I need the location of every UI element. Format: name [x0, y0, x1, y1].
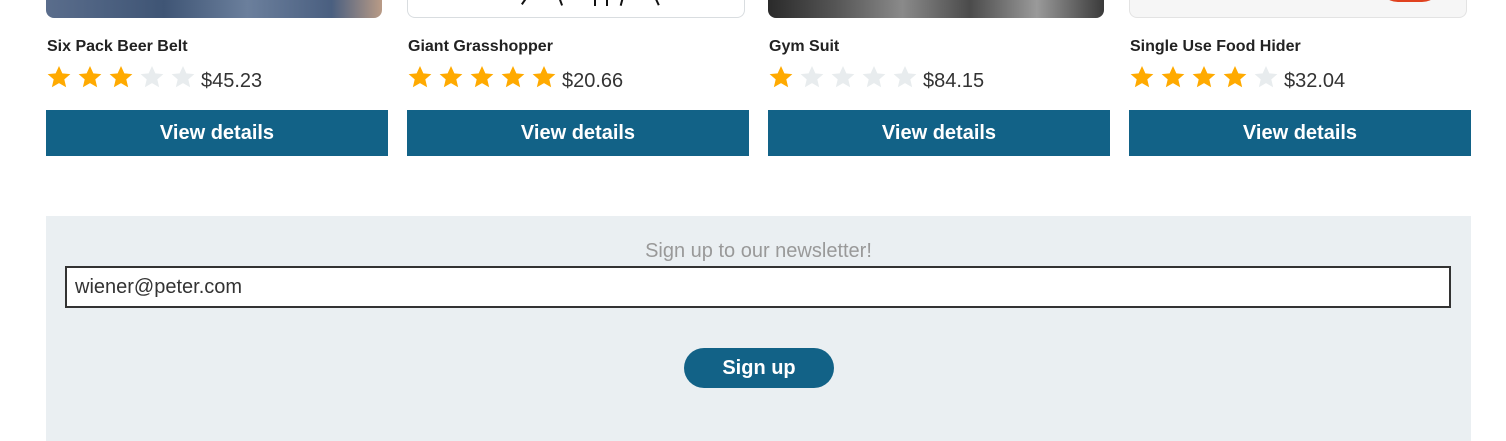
star-icon	[501, 65, 525, 88]
star-icon	[140, 65, 164, 88]
star-icon	[862, 65, 886, 88]
product-rating: $45.23	[46, 62, 262, 92]
star-icon	[831, 65, 855, 88]
product-image[interactable]	[1129, 0, 1467, 18]
product-price: $20.66	[562, 69, 624, 92]
product-title: Giant Grasshopper	[408, 38, 553, 55]
view-details-button[interactable]: View details	[768, 110, 1110, 156]
product-price: $45.23	[201, 69, 263, 92]
star-icon	[47, 65, 71, 88]
newsletter-heading: Sign up to our newsletter!	[645, 240, 872, 262]
star-icon	[1192, 65, 1216, 88]
product-title: Six Pack Beer Belt	[47, 38, 188, 55]
view-details-button[interactable]: View details	[407, 110, 749, 156]
page: Six Pack Beer Belt $45.23 View details G…	[0, 0, 1506, 441]
star-icon	[800, 65, 824, 88]
product-rating: $84.15	[768, 62, 984, 92]
email-input[interactable]	[65, 266, 1451, 308]
star-icon	[1161, 65, 1185, 88]
star-icon	[408, 65, 432, 88]
product-rating: $20.66	[407, 62, 623, 92]
product-grid: Six Pack Beer Belt $45.23 View details G…	[46, 0, 1471, 160]
product-image[interactable]	[407, 0, 745, 18]
product-title: Gym Suit	[769, 38, 840, 55]
star-icon	[532, 65, 556, 88]
product-image[interactable]	[768, 0, 1104, 18]
product-image[interactable]	[46, 0, 382, 18]
product-title: Single Use Food Hider	[1130, 38, 1301, 55]
newsletter-section: Sign up to our newsletter! Sign up	[46, 216, 1471, 441]
star-icon	[1254, 65, 1278, 88]
star-icon	[109, 65, 133, 88]
star-icon	[1223, 65, 1247, 88]
product-price: $84.15	[923, 69, 985, 92]
star-icon	[171, 65, 195, 88]
star-icon	[470, 65, 494, 88]
view-details-button[interactable]: View details	[46, 110, 388, 156]
star-icon	[769, 65, 793, 88]
star-icon	[78, 65, 102, 88]
product-rating: $32.04	[1129, 62, 1345, 92]
sign-up-button[interactable]: Sign up	[684, 348, 834, 388]
star-icon	[1130, 65, 1154, 88]
product-price: $32.04	[1284, 69, 1346, 92]
star-icon	[893, 65, 917, 88]
star-icon	[439, 65, 463, 88]
view-details-button[interactable]: View details	[1129, 110, 1471, 156]
